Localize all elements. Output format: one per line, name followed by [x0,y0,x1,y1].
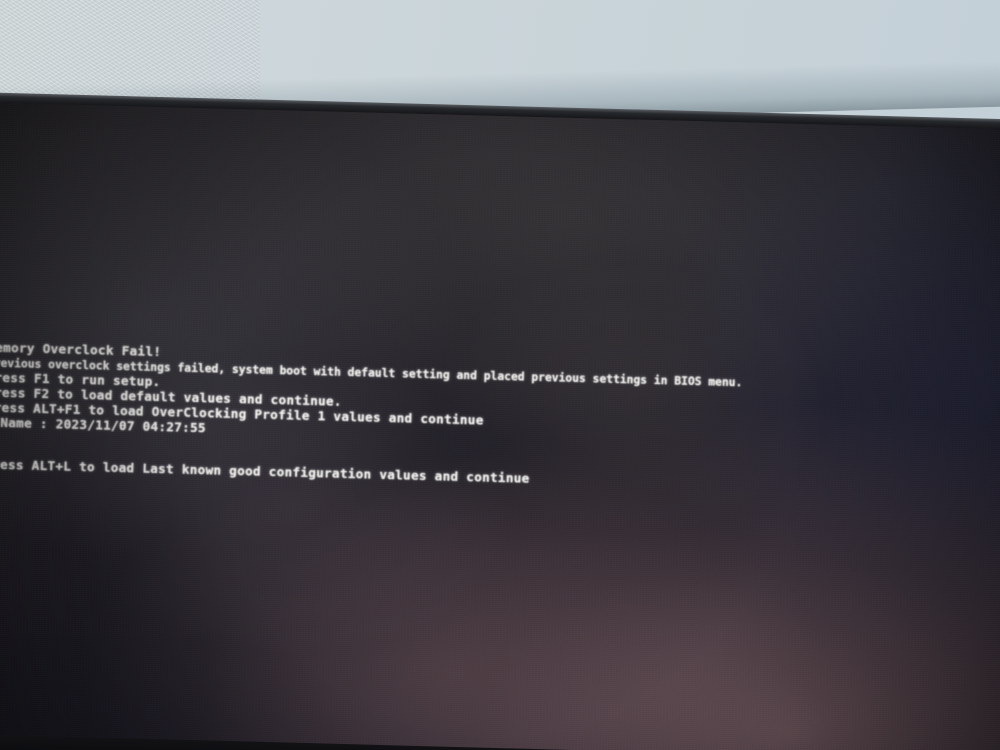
monitor: Memory Overclock Fail! Previous overcloc… [0,92,1000,750]
screen-vignette [0,102,1000,750]
photo-of-monitor: Memory Overclock Fail! Previous overcloc… [0,0,1000,750]
monitor-screen: Memory Overclock Fail! Previous overcloc… [0,102,1000,750]
